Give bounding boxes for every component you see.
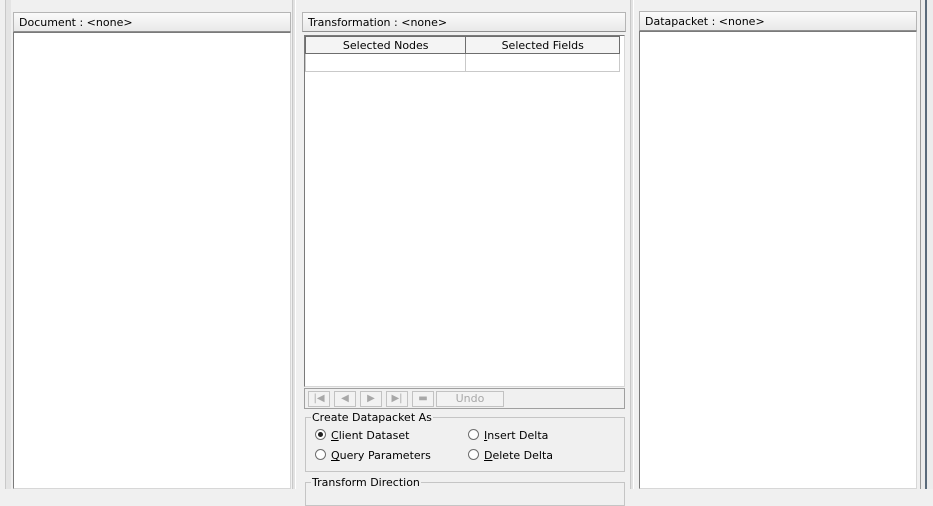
radio-label-query-parameters: uery Parameters (339, 449, 431, 462)
radio-client-dataset[interactable]: Client Dataset (315, 429, 409, 442)
radio-checked-icon[interactable] (315, 429, 326, 440)
document-header: Document : <none> (13, 12, 291, 32)
window-right-edge (920, 0, 933, 489)
undo-button[interactable]: Undo (436, 391, 504, 407)
column-header-selected-fields[interactable]: Selected Fields (465, 36, 620, 54)
transformation-grid-area[interactable]: Selected Nodes Selected Fields (304, 35, 625, 387)
transform-direction-group: Transform Direction (305, 476, 625, 506)
splitter-left[interactable] (292, 0, 296, 489)
splitter-right[interactable] (630, 0, 634, 489)
accel-q: Q (331, 449, 340, 462)
radio-label-client-dataset: lient Dataset (338, 429, 410, 442)
prior-record-icon[interactable]: ◀ (334, 391, 356, 407)
document-tree[interactable] (13, 32, 291, 489)
datapacket-tree[interactable] (639, 31, 917, 489)
radio-query-parameters[interactable]: Query Parameters (315, 449, 431, 462)
radio-delete-delta[interactable]: Delete Delta (468, 449, 553, 462)
accel-c: C (331, 429, 339, 442)
transform-direction-legend: Transform Direction (312, 476, 420, 489)
radio-unchecked-icon[interactable] (468, 449, 479, 460)
record-navigator: |◀ ◀ ▶ ▶| ▬ Undo (304, 388, 625, 409)
radio-label-insert-delta: nsert Delta (487, 429, 549, 442)
cell-selected-fields[interactable] (465, 53, 620, 72)
radio-insert-delta[interactable]: Insert Delta (468, 429, 548, 442)
radio-unchecked-icon[interactable] (315, 449, 326, 460)
create-datapacket-legend: Create Datapacket As (312, 411, 432, 424)
next-record-icon[interactable]: ▶ (360, 391, 382, 407)
first-record-icon[interactable]: |◀ (308, 391, 330, 407)
column-header-selected-nodes[interactable]: Selected Nodes (304, 36, 467, 54)
radio-label-delete-delta: elete Delta (492, 449, 554, 462)
radio-unchecked-icon[interactable] (468, 429, 479, 440)
datapacket-panel: Datapacket : <none> (635, 0, 920, 489)
cell-selected-nodes[interactable] (304, 53, 467, 72)
transformation-header: Transformation : <none> (302, 12, 626, 32)
document-panel: Document : <none> (0, 0, 296, 489)
datapacket-header: Datapacket : <none> (639, 11, 917, 31)
transformation-grid[interactable]: Selected Nodes Selected Fields (304, 36, 620, 72)
delete-record-icon[interactable]: ▬ (412, 391, 434, 407)
last-record-icon[interactable]: ▶| (386, 391, 408, 407)
document-panel-edge (5, 0, 11, 489)
table-row[interactable] (304, 53, 620, 72)
